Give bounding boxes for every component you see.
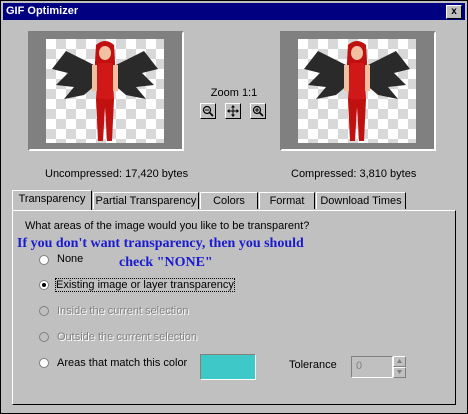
uncompressed-preview[interactable] (28, 31, 184, 151)
radio-existing-transparency[interactable] (39, 280, 49, 290)
tab-partial-transparency[interactable]: Partial Transparency (93, 192, 199, 209)
tolerance-label: Tolerance (289, 359, 337, 371)
zoom-out-button[interactable] (200, 103, 216, 119)
zoom-in-button[interactable] (250, 103, 266, 119)
transparency-question: What areas of the image would you like t… (25, 220, 310, 232)
move-icon (227, 105, 239, 117)
tab-format[interactable]: Format (259, 192, 315, 209)
radio-none[interactable] (39, 255, 49, 265)
compressed-preview[interactable] (280, 31, 436, 151)
option-outside-selection-label: Outside the current selection (57, 331, 198, 343)
arrow-down-icon (397, 370, 402, 374)
transparency-checkerboard (46, 39, 164, 143)
annotation-line-2: check "NONE" (119, 255, 213, 270)
option-existing-transparency-label[interactable]: Existing image or layer transparency (55, 278, 235, 292)
tab-colors[interactable]: Colors (200, 192, 258, 209)
zoom-label: Zoom 1:1 (210, 87, 258, 99)
radio-match-color[interactable] (39, 358, 49, 368)
annotation-line-1: If you don't want transparency, then you… (17, 236, 304, 251)
compressed-size-label: Compressed: 3,810 bytes (291, 168, 417, 180)
close-button[interactable]: x (446, 5, 462, 19)
zoom-out-icon (202, 105, 214, 117)
match-color-swatch[interactable] (200, 354, 256, 380)
window-title: GIF Optimizer (6, 5, 79, 17)
tab-transparency[interactable]: Transparency (12, 190, 92, 210)
gif-optimizer-window: GIF Optimizer x Zoom 1:1 Uncompressed: 1… (0, 0, 468, 414)
transparency-checkerboard (298, 39, 416, 143)
arrow-up-icon (397, 359, 402, 363)
title-bar[interactable]: GIF Optimizer x (3, 3, 465, 20)
pan-button[interactable] (225, 103, 241, 119)
option-match-color-label[interactable]: Areas that match this color (57, 357, 187, 369)
uncompressed-size-label: Uncompressed: 17,420 bytes (45, 168, 189, 180)
zoom-in-icon (252, 105, 264, 117)
radio-outside-selection (39, 332, 49, 342)
option-none-label[interactable]: None (57, 253, 83, 265)
angel-figure-image (304, 41, 410, 141)
tolerance-spin-up (393, 356, 406, 367)
angel-figure-image (52, 41, 158, 141)
tolerance-spin-down (393, 367, 406, 378)
option-inside-selection-label: Inside the current selection (57, 305, 189, 317)
tolerance-input: 0 (351, 356, 393, 378)
radio-inside-selection (39, 306, 49, 316)
tab-download-times[interactable]: Download Times (316, 192, 406, 209)
